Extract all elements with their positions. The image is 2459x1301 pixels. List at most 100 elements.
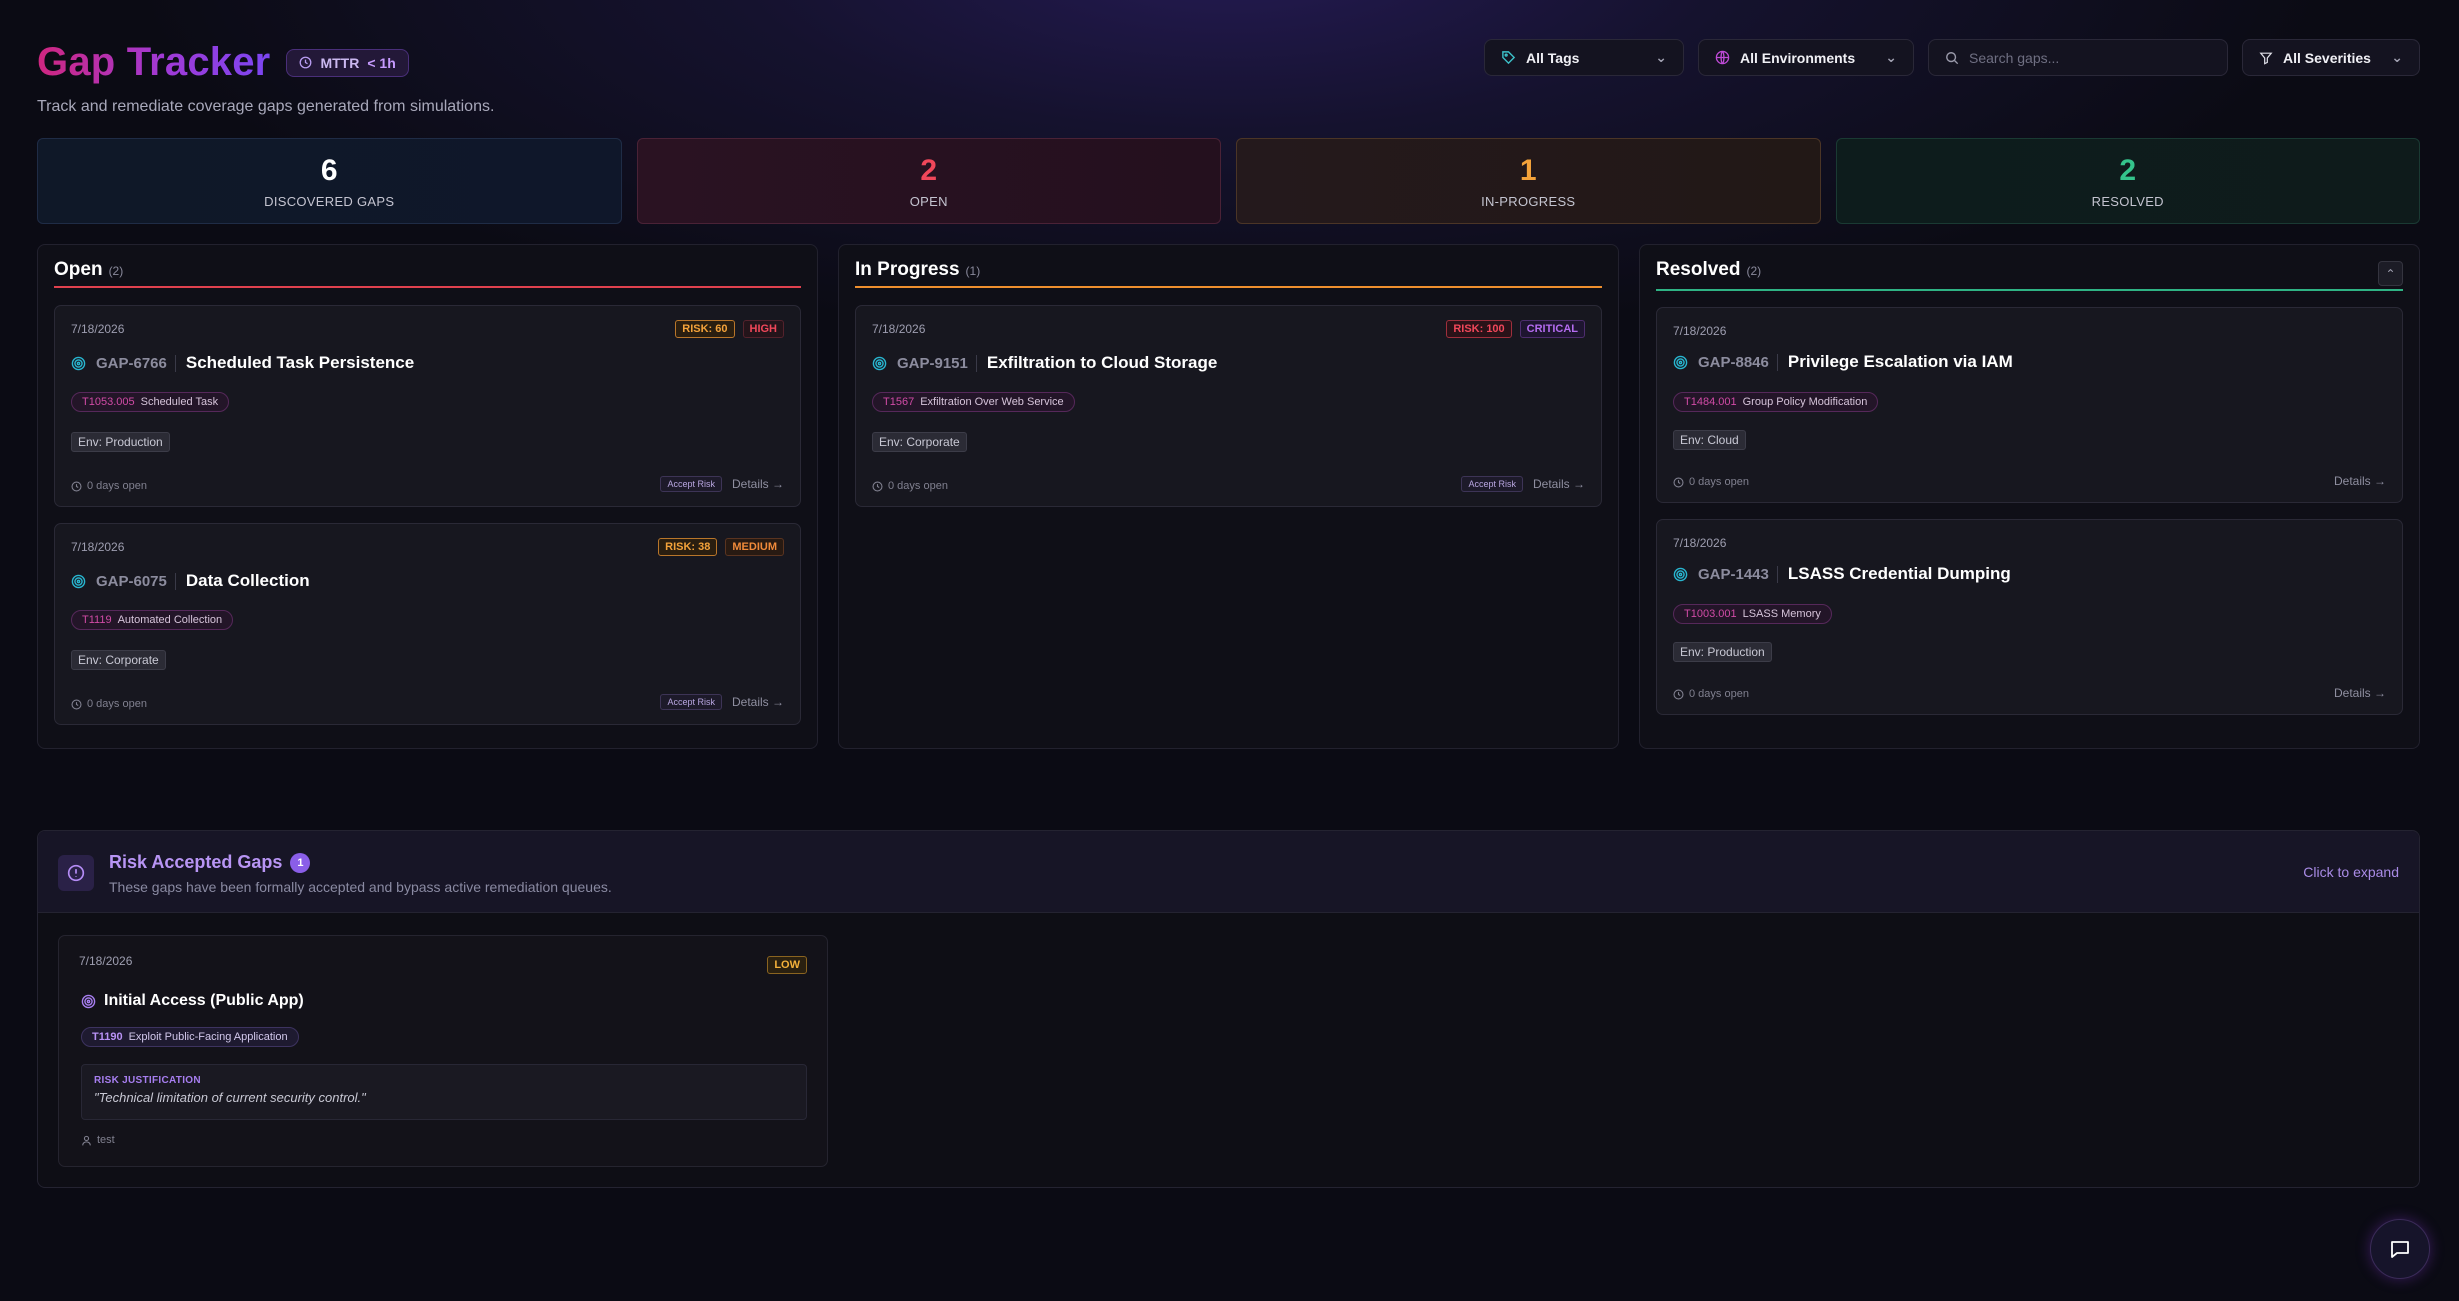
days-open: 0 days open — [1673, 476, 1749, 488]
risk-icon-box — [58, 855, 94, 891]
gap-title-row: GAP-6766 Scheduled Task Persistence — [71, 353, 414, 373]
accepted-by-name: test — [97, 1134, 115, 1146]
technique-tag: T1567 Exfiltration Over Web Service — [872, 392, 1075, 412]
gap-title-row: GAP-9151 Exfiltration to Cloud Storage — [872, 353, 1217, 373]
column-title: Open — [54, 259, 103, 280]
technique-tag: T1119 Automated Collection — [71, 610, 234, 630]
column-count: (2) — [108, 264, 124, 278]
accepted-by: test — [81, 1134, 115, 1146]
gap-date: 7/18/2026 — [1673, 324, 1727, 338]
column-title: In Progress — [855, 259, 960, 280]
stat-label: DISCOVERED GAPS — [264, 193, 395, 209]
accept-risk-button[interactable]: Accept Risk — [660, 694, 722, 710]
severities-filter[interactable]: All Severities ⌄ — [2242, 39, 2420, 76]
details-link[interactable]: Details → — [732, 477, 784, 491]
card-actions: Accept Risk Details → — [660, 476, 784, 492]
target-icon — [81, 994, 96, 1008]
chat-icon — [2391, 1241, 2409, 1258]
page-subtitle: Track and remediate coverage gaps genera… — [37, 98, 495, 115]
tags-filter[interactable]: All Tags ⌄ — [1484, 39, 1684, 76]
clock-icon — [872, 480, 883, 492]
mttr-label: MTTR — [320, 54, 360, 71]
column-resolved: Resolved (2) ⌃ 7/18/2026 GAP-8846 Privil… — [1639, 244, 2420, 749]
severities-filter-label: All Severities — [2283, 49, 2371, 66]
chat-button[interactable] — [2370, 1219, 2430, 1279]
technique-tag: T1003.001 LSASS Memory — [1673, 604, 1832, 624]
stat-resolved: 2 RESOLVED — [1835, 138, 2420, 224]
stat-value: 6 — [320, 153, 338, 187]
mttr-badge: MTTR < 1h — [286, 48, 409, 77]
risk-score-badge: RISK: 100 — [1446, 320, 1512, 338]
details-link[interactable]: Details → — [2334, 474, 2386, 488]
risk-accepted-subtitle: These gaps have been formally accepted a… — [109, 879, 612, 895]
gap-id: GAP-1443 — [1698, 565, 1778, 583]
column-count: (1) — [965, 264, 981, 278]
gap-date: 7/18/2026 — [1673, 536, 1727, 550]
days-open: 0 days open — [71, 480, 147, 492]
gap-date: 7/18/2026 — [79, 954, 133, 968]
severity-badge: HIGH — [742, 320, 784, 338]
search-input[interactable]: Search gaps... — [1928, 39, 2228, 76]
technique-name: Automated Collection — [117, 614, 223, 626]
accepted-gap-card[interactable]: 7/18/2026 LOW Initial Access (Public App… — [58, 935, 828, 1167]
technique-id: T1484.001 — [1684, 396, 1737, 408]
technique-tag: T1053.005 Scheduled Task — [71, 392, 230, 412]
technique-id: T1567 — [883, 396, 915, 408]
title-row: Gap Tracker MTTR < 1h — [37, 40, 409, 85]
gap-card[interactable]: 7/18/2026 RISK: 38 MEDIUM GAP-6075 Data … — [54, 523, 801, 725]
column-header: Resolved (2) — [1656, 259, 2403, 291]
details-link[interactable]: Details → — [732, 695, 784, 709]
gap-card[interactable]: 7/18/2026 GAP-8846 Privilege Escalation … — [1656, 307, 2403, 503]
environment-tag: Env: Production — [1673, 642, 1772, 662]
column-in-progress: In Progress (1) 7/18/2026 RISK: 100 CRIT… — [838, 244, 1619, 749]
column-header: Open (2) — [54, 259, 801, 288]
expand-link[interactable]: Click to expand — [2303, 864, 2399, 880]
stat-label: RESOLVED — [2091, 193, 2164, 209]
kanban-board: Open (2) 7/18/2026 RISK: 60 HIGH GAP-676… — [37, 244, 2420, 749]
column-header: In Progress (1) — [855, 259, 1602, 288]
header: Gap Tracker MTTR < 1h Track and remediat… — [37, 0, 2420, 138]
stats-row: 6 DISCOVERED GAPS 2 OPEN 1 IN-PROGRESS 2… — [37, 138, 2420, 224]
technique-name: Exploit Public-Facing Application — [128, 1031, 288, 1043]
gap-card[interactable]: 7/18/2026 GAP-1443 LSASS Credential Dump… — [1656, 519, 2403, 715]
technique-id: T1119 — [82, 614, 112, 626]
days-open: 0 days open — [1673, 688, 1749, 700]
gap-name: Exfiltration to Cloud Storage — [986, 353, 1218, 372]
card-actions: Details → — [2334, 474, 2386, 488]
stat-value: 1 — [1519, 153, 1537, 187]
technique-name: LSASS Memory — [1742, 608, 1821, 620]
justification-text: "Technical limitation of current securit… — [94, 1090, 366, 1105]
gap-title-row: GAP-8846 Privilege Escalation via IAM — [1673, 352, 2013, 372]
gap-id: GAP-6766 — [96, 354, 176, 372]
days-open-label: 0 days open — [87, 480, 147, 492]
accept-risk-button[interactable]: Accept Risk — [1461, 476, 1523, 492]
target-icon — [1673, 355, 1688, 369]
column-count: (2) — [1746, 264, 1762, 278]
gap-card[interactable]: 7/18/2026 RISK: 60 HIGH GAP-6766 Schedul… — [54, 305, 801, 507]
chevron-down-icon: ⌄ — [2391, 49, 2403, 65]
gap-id: GAP-9151 — [897, 354, 977, 372]
clock-icon — [71, 698, 82, 710]
target-icon — [872, 356, 887, 370]
gap-title-row: GAP-1443 LSASS Credential Dumping — [1673, 564, 2011, 584]
collapse-column-button[interactable]: ⌃ — [2378, 261, 2403, 286]
severity-badge: LOW — [767, 956, 807, 974]
gap-tracker-page: Gap Tracker MTTR < 1h Track and remediat… — [37, 0, 2420, 1188]
alert-circle-icon — [67, 864, 85, 882]
mttr-value: < 1h — [367, 54, 396, 71]
accept-risk-button[interactable]: Accept Risk — [660, 476, 722, 492]
severity-badge: MEDIUM — [725, 538, 784, 556]
details-link[interactable]: Details → — [2334, 686, 2386, 700]
tag-icon — [1502, 51, 1516, 65]
gap-badges: RISK: 38 MEDIUM — [658, 538, 784, 556]
technique-name: Scheduled Task — [140, 396, 219, 408]
days-open-label: 0 days open — [1689, 476, 1749, 488]
details-link[interactable]: Details → — [1533, 477, 1585, 491]
risk-accepted-title: Risk Accepted Gaps — [109, 852, 283, 872]
environments-filter[interactable]: All Environments ⌄ — [1698, 39, 1914, 76]
globe-icon — [1715, 50, 1730, 65]
risk-accepted-header[interactable]: Risk Accepted Gaps 1 These gaps have bee… — [38, 831, 2419, 913]
chevron-down-icon: ⌄ — [1655, 49, 1667, 65]
gap-name: Initial Access (Public App) — [104, 992, 304, 1009]
gap-card[interactable]: 7/18/2026 RISK: 100 CRITICAL GAP-9151 Ex… — [855, 305, 1602, 507]
